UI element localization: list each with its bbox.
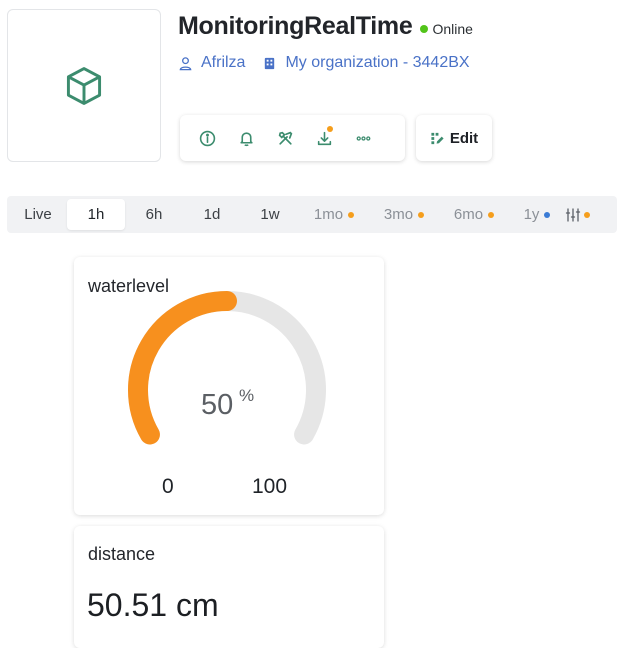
download-button[interactable] (307, 121, 341, 155)
widget-title: distance (88, 544, 156, 564)
range-dot (544, 211, 551, 218)
edit-icon (431, 132, 444, 144)
device-meta: Afrilza My organization - 3442BX (178, 54, 470, 72)
status-dot (420, 25, 429, 33)
edit-label: Edit (449, 129, 479, 147)
range-label: 1y (523, 206, 540, 223)
range-1h[interactable]: 1h (67, 199, 125, 230)
organization-name: My organization - 3442BX (285, 54, 470, 71)
time-range-selector: Live 1h 6h 1d 1w 1mo 3mo 6mo 1y (7, 196, 617, 233)
range-label: 1w (260, 206, 280, 223)
user-icon (179, 56, 192, 70)
range-label: 3mo (383, 206, 414, 223)
range-label: 6mo (453, 206, 484, 223)
cube-icon (66, 66, 102, 105)
download-badge (327, 126, 333, 132)
gauge-value: 50 (201, 389, 234, 421)
range-label: 6h (145, 206, 163, 223)
status-badge: Online (420, 21, 473, 37)
owner-name: Afrilza (201, 54, 246, 71)
header: MonitoringRealTime Online (178, 12, 473, 41)
distance-widget[interactable]: distance 50.51 cm (74, 526, 384, 648)
page-title: MonitoringRealTime (178, 12, 413, 40)
range-dot (488, 211, 495, 218)
more-icon (356, 135, 370, 141)
range-label: 1mo (313, 206, 344, 223)
gauge-chart (128, 291, 326, 445)
range-6mo[interactable]: 6mo (439, 199, 509, 230)
owner-link[interactable]: Afrilza (178, 54, 245, 72)
range-6h[interactable]: 6h (125, 199, 183, 230)
building-icon (265, 57, 275, 69)
range-dot (584, 211, 590, 218)
download-icon (317, 131, 331, 145)
gauge-max-label: 100 (252, 475, 288, 498)
organization-link[interactable]: My organization - 3442BX (262, 54, 470, 72)
range-label: 1d (203, 206, 221, 223)
more-button[interactable] (346, 121, 380, 155)
sliders-icon (565, 207, 581, 222)
device-dashboard: MonitoringRealTime Online Afrilza My org… (0, 0, 617, 648)
status-label: Online (432, 21, 473, 37)
edit-button[interactable]: Edit (416, 115, 492, 161)
waterlevel-widget[interactable]: waterlevel 50 % 0 100 (74, 257, 384, 515)
tools-icon (278, 131, 292, 145)
gauge-unit: % (239, 386, 255, 405)
range-1w[interactable]: 1w (241, 199, 299, 230)
range-dot (348, 211, 355, 218)
distance-value: 50.51 cm (87, 587, 219, 623)
range-3mo[interactable]: 3mo (369, 199, 439, 230)
range-label: Live (24, 206, 52, 223)
range-1d[interactable]: 1d (183, 199, 241, 230)
bell-icon (239, 131, 253, 146)
range-1y[interactable]: 1y (509, 199, 565, 230)
range-live[interactable]: Live (13, 199, 63, 230)
info-icon (199, 130, 215, 146)
gauge-min-label: 0 (162, 475, 174, 498)
device-image-tile (7, 9, 161, 162)
device-toolbar (180, 115, 405, 161)
range-label: 1h (87, 206, 105, 223)
info-button[interactable] (190, 121, 224, 155)
range-dot (418, 211, 425, 218)
notifications-button[interactable] (229, 121, 263, 155)
tools-button[interactable] (268, 121, 302, 155)
range-1mo[interactable]: 1mo (299, 199, 369, 230)
range-settings-button[interactable] (565, 199, 605, 230)
